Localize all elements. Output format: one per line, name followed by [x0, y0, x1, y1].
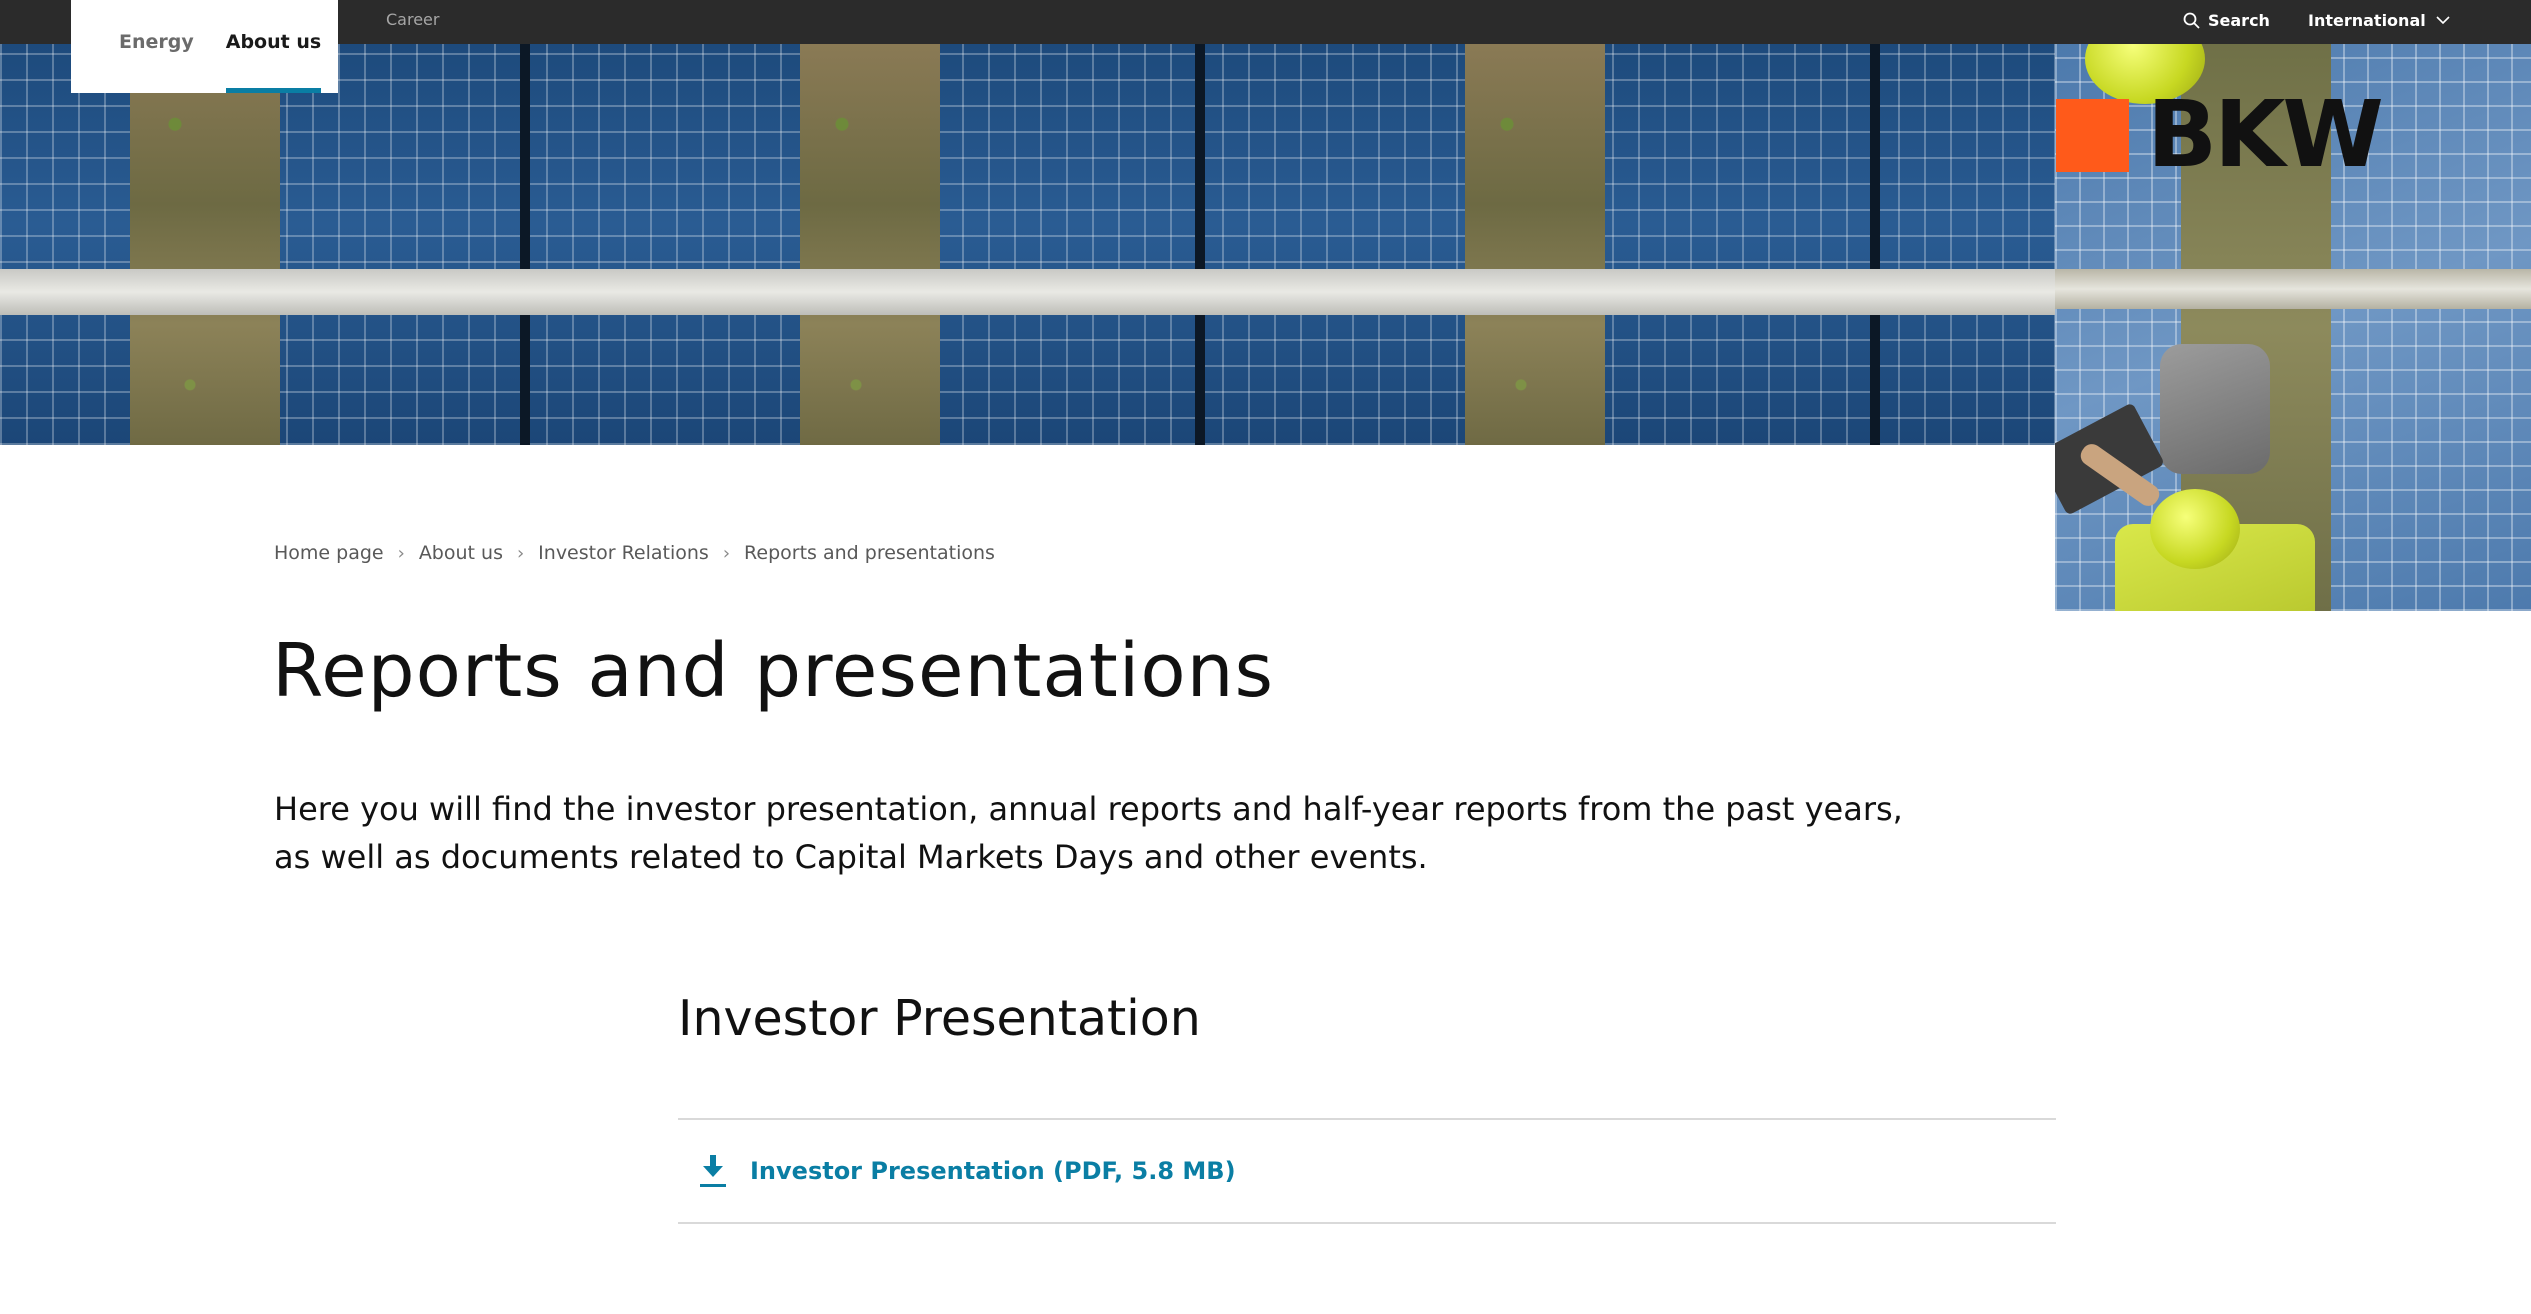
nav-item-energy[interactable]: Energy — [119, 31, 194, 93]
career-link[interactable]: Career — [386, 0, 439, 40]
download-item[interactable]: Investor Presentation (PDF, 5.8 MB) — [678, 1118, 2056, 1224]
backpack — [2160, 344, 2270, 474]
search-button[interactable]: Search — [2183, 0, 2270, 40]
helmet — [2150, 489, 2240, 569]
grass-strip — [800, 44, 940, 445]
primary-nav: Energy About us — [71, 0, 338, 93]
page-title: Reports and presentations — [272, 628, 1275, 714]
logo-square — [2056, 98, 2129, 172]
nav-item-about-us[interactable]: About us — [225, 31, 322, 93]
panel-seam — [1195, 44, 1205, 445]
breadcrumb-about-us[interactable]: About us — [419, 542, 503, 564]
breadcrumb: Home page › About us › Investor Relation… — [274, 542, 995, 564]
logo-wordmark: BKW — [2147, 81, 2384, 188]
investor-presentation-link[interactable]: Investor Presentation (PDF, 5.8 MB) — [750, 1157, 1236, 1185]
top-utility-bar: Career Search International — [0, 0, 2531, 44]
search-label: Search — [2208, 10, 2270, 30]
grass-strip — [1465, 44, 1605, 445]
panel-seam — [1870, 44, 1880, 445]
mounting-rail — [2055, 269, 2531, 309]
breadcrumb-investor-relations[interactable]: Investor Relations — [538, 542, 709, 564]
breadcrumb-current: Reports and presentations — [744, 542, 995, 564]
panel-seam — [520, 44, 530, 445]
chevron-right-icon: › — [516, 542, 525, 564]
bkw-logo[interactable]: BKW — [2056, 81, 2384, 188]
search-icon — [2183, 12, 2200, 29]
breadcrumb-home[interactable]: Home page — [274, 542, 384, 564]
chevron-right-icon: › — [722, 542, 731, 564]
grass-strip — [130, 44, 280, 445]
international-dropdown[interactable]: International — [2308, 0, 2450, 40]
chevron-down-icon — [2436, 15, 2450, 24]
intro-text: Here you will find the investor presenta… — [274, 790, 1903, 876]
international-label: International — [2308, 10, 2426, 30]
section-title: Investor Presentation — [678, 990, 1201, 1047]
download-icon — [700, 1155, 726, 1187]
download-list: Investor Presentation (PDF, 5.8 MB) — [678, 1118, 2056, 1224]
chevron-right-icon: › — [397, 542, 405, 564]
